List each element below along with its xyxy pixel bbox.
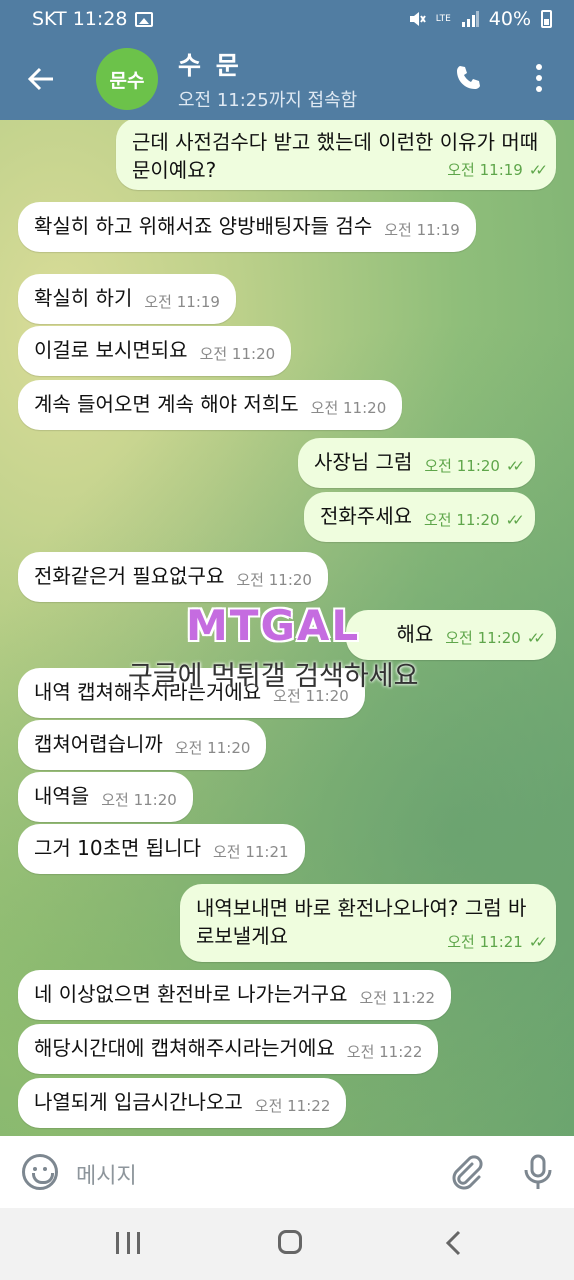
read-check-icon: ✓✓ xyxy=(526,629,546,647)
home-icon[interactable] xyxy=(278,1230,302,1254)
message-text: 사장님 그럼 xyxy=(314,450,413,474)
message-time: 오전 11:20 xyxy=(424,511,500,529)
message-input[interactable]: 메시지 xyxy=(76,1158,137,1190)
avatar-initials: 문수 xyxy=(109,69,145,92)
system-back-icon[interactable] xyxy=(444,1230,464,1256)
message-time: 오전 11:20 xyxy=(174,739,251,757)
paperclip-icon[interactable] xyxy=(448,1154,484,1190)
call-button[interactable] xyxy=(448,58,488,98)
watermark-logo: MTGAL xyxy=(186,600,361,650)
battery-percent: 40% xyxy=(488,8,531,30)
message-bubble[interactable]: 내역을 오전 11:20 xyxy=(18,772,193,822)
contact-info[interactable]: 수 문 오전 11:25까지 접속함 xyxy=(178,46,357,112)
message-text: 네 이상없으면 환전바로 나가는거구요 xyxy=(34,982,348,1006)
message-bubble[interactable]: 나열되게 입금시간나오고 오전 11:22 xyxy=(18,1078,347,1128)
message-text: 해요 xyxy=(396,622,434,646)
message-bubble[interactable]: 전화같은거 필요없구요 오전 11:20 xyxy=(18,552,328,602)
image-notification-icon xyxy=(135,11,154,27)
message-composer: 메시지 xyxy=(0,1136,574,1208)
message-bubble[interactable]: 사장님 그럼 오전 11:20 ✓✓ xyxy=(298,438,536,488)
message-text: 계속 들어오면 계속 해야 저희도 xyxy=(34,392,299,416)
message-time: 오전 11:21 xyxy=(447,933,523,951)
last-seen: 오전 11:25까지 접속함 xyxy=(178,90,358,111)
read-check-icon: ✓✓ xyxy=(505,511,525,529)
message-time: 오전 11:22 xyxy=(346,1043,423,1061)
watermark-text: 구글에 먹튀갤 검색하세요 xyxy=(128,661,419,692)
read-check-icon: ✓✓ xyxy=(505,457,525,475)
status-bar: SKT 11:28 LTE 40% xyxy=(0,0,574,38)
message-time: 오전 11:20 xyxy=(236,571,312,589)
chat-header: 문수 수 문 오전 11:25까지 접속함 xyxy=(0,38,574,120)
read-check-icon: ✓✓ xyxy=(528,933,548,951)
contact-name: 수 문 xyxy=(178,51,242,80)
microphone-icon[interactable] xyxy=(518,1152,558,1192)
message-time: 오전 11:21 xyxy=(212,843,289,861)
avatar[interactable]: 문수 xyxy=(96,48,158,110)
message-bubble[interactable]: 확실히 하기 오전 11:19 xyxy=(18,274,236,324)
message-time: 오전 11:20 xyxy=(310,399,387,417)
signal-icon xyxy=(461,11,479,27)
message-bubble[interactable]: 이걸로 보시면되요 오전 11:20 xyxy=(18,326,292,376)
message-bubble[interactable]: 해당시간대에 캡쳐해주시라는거에요 오전 11:22 xyxy=(18,1024,439,1074)
message-text: 이걸로 보시면되요 xyxy=(34,338,188,362)
message-time: 오전 11:19 xyxy=(144,293,220,311)
message-time: 오전 11:20 xyxy=(445,629,521,647)
more-menu-button[interactable] xyxy=(522,58,556,98)
network-type: LTE xyxy=(435,13,451,24)
message-bubble[interactable]: 그거 10초면 됩니다 오전 11:21 xyxy=(18,824,305,874)
phone-icon xyxy=(457,66,480,89)
message-bubble[interactable]: 근데 사전검수다 받고 했는데 이런한 이유가 머때문이예요? 오전 11:19… xyxy=(116,120,556,190)
message-time: 오전 11:22 xyxy=(254,1097,331,1115)
message-bubble[interactable]: 네 이상없으면 환전바로 나가는거구요 오전 11:22 xyxy=(18,970,452,1020)
recent-apps-icon[interactable] xyxy=(116,1232,140,1256)
back-arrow-icon xyxy=(27,67,53,91)
system-nav-bar xyxy=(0,1208,574,1280)
message-text: 나열되게 입금시간나오고 xyxy=(34,1090,243,1114)
message-bubble[interactable]: 확실히 하고 위해서죠 양방배팅자들 검수 오전 11:19 xyxy=(18,202,476,252)
message-time: 오전 11:19 xyxy=(384,221,460,239)
message-text: 캡쳐어렵습니까 xyxy=(34,732,163,756)
message-text: 내역을 xyxy=(34,784,90,808)
message-bubble[interactable]: 캡쳐어렵습니까 오전 11:20 xyxy=(18,720,267,770)
message-text: 해당시간대에 캡쳐해주시라는거에요 xyxy=(34,1036,335,1060)
message-time: 오전 11:19 xyxy=(447,161,523,179)
message-list[interactable]: 근데 사전검수다 받고 했는데 이런한 이유가 머때문이예요? 오전 11:19… xyxy=(0,120,574,1136)
message-text: 확실히 하기 xyxy=(34,286,133,310)
message-bubble[interactable]: 계속 들어오면 계속 해야 저희도 오전 11:20 xyxy=(18,380,403,430)
message-time: 오전 11:20 xyxy=(424,457,500,475)
message-time: 오전 11:22 xyxy=(359,989,436,1007)
read-check-icon: ✓✓ xyxy=(528,161,548,179)
message-time: 오전 11:20 xyxy=(101,791,177,809)
carrier-time: SKT 11:28 xyxy=(32,8,128,30)
emoji-icon[interactable] xyxy=(22,1154,58,1190)
mute-icon xyxy=(409,12,426,26)
back-button[interactable] xyxy=(0,38,82,120)
message-text: 전화주세요 xyxy=(320,504,412,528)
message-bubble[interactable]: 내역보내면 바로 환전나오나여? 그럼 바로보낼게요 오전 11:21 ✓✓ xyxy=(180,884,556,962)
message-text: 그거 10초면 됩니다 xyxy=(34,836,201,860)
more-vert-icon xyxy=(536,64,542,70)
battery-icon xyxy=(541,10,552,28)
message-text: 확실히 하고 위해서죠 양방배팅자들 검수 xyxy=(34,214,373,238)
message-bubble[interactable]: 전화주세요 오전 11:20 ✓✓ xyxy=(304,492,535,542)
message-text: 전화같은거 필요없구요 xyxy=(34,564,225,588)
message-time: 오전 11:20 xyxy=(199,345,276,363)
